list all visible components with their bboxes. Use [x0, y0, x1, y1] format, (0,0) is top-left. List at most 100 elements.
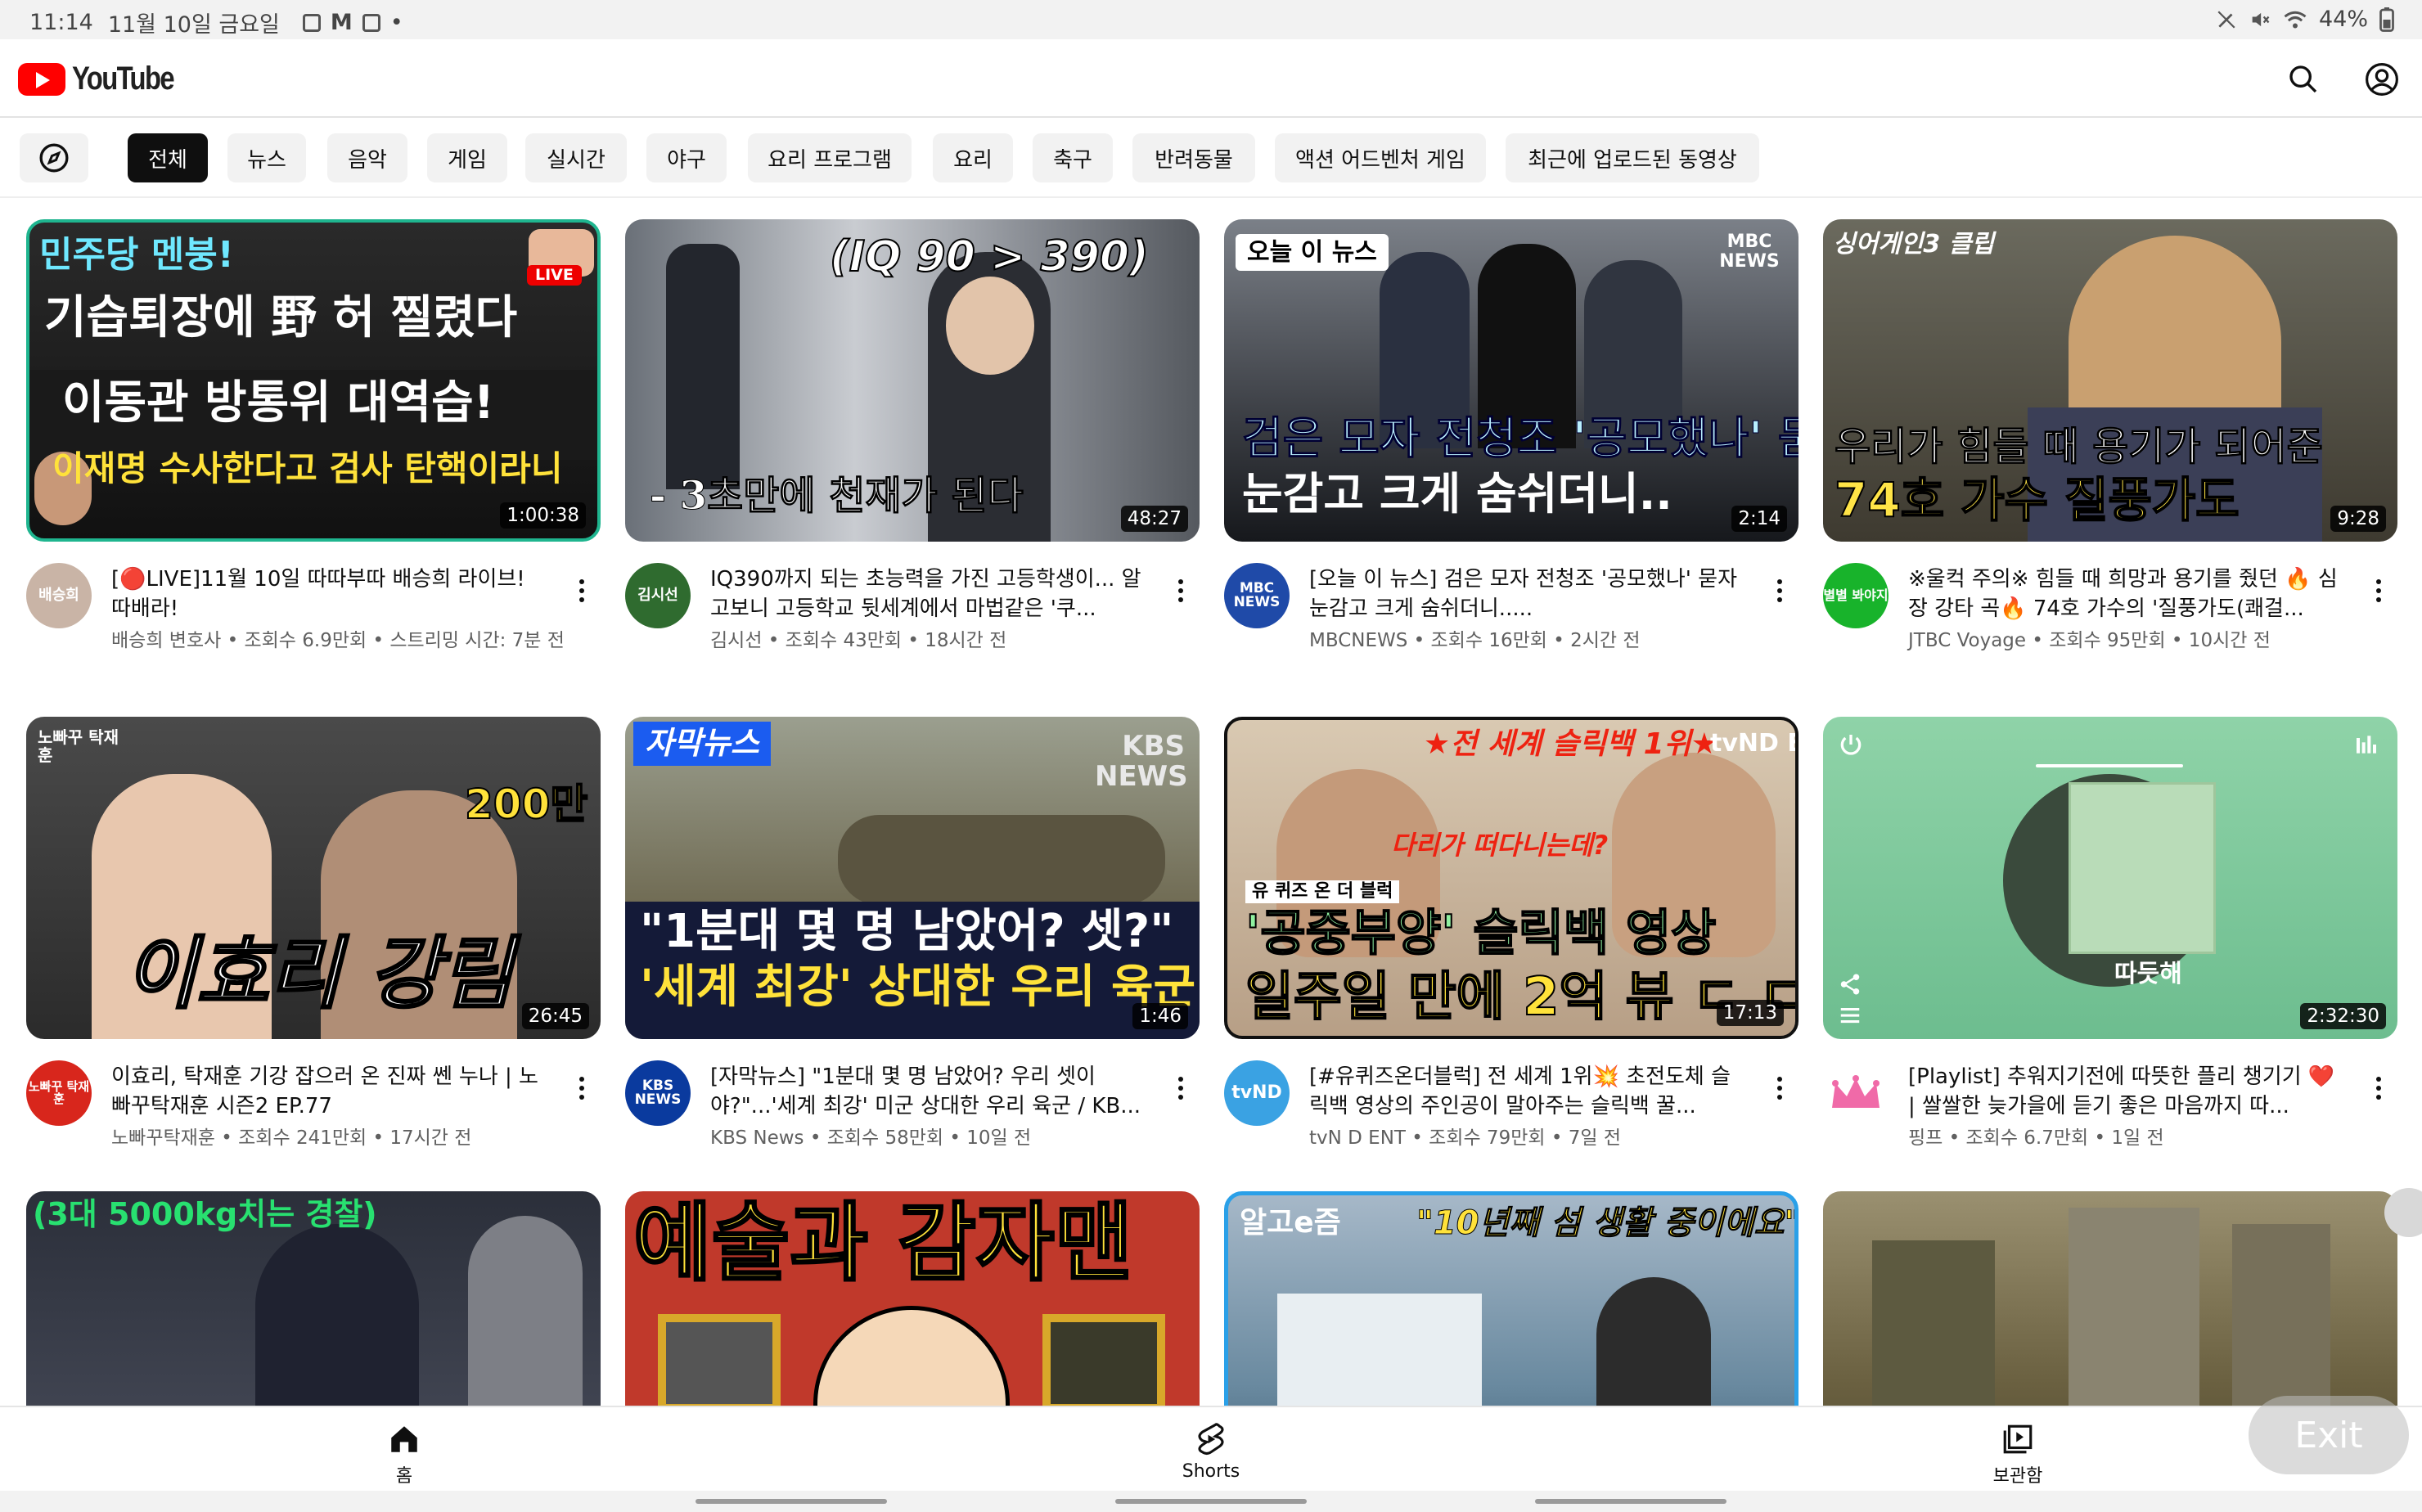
channel-avatar[interactable]: 김시선 — [625, 563, 691, 628]
system-navigation-bar — [0, 1491, 2422, 1512]
more-options-icon[interactable] — [569, 566, 594, 615]
video-title[interactable]: [오늘 이 뉴스] 검은 모자 전청조 '공모했나' 묻자 눈감고 크게 숨쉬더… — [1309, 565, 1743, 623]
chip-cooking-shows[interactable]: 요리 프로그램 — [748, 133, 912, 182]
youtube-logo[interactable]: YouTube — [18, 61, 196, 97]
more-options-icon[interactable] — [1168, 1064, 1193, 1113]
chip-recently-uploaded[interactable]: 최근에 업로드된 동영상 — [1506, 133, 1759, 182]
video-meta: MBCNEWS • 조회수 16만회 • 2시간 전 — [1309, 630, 1641, 651]
shorts-icon — [1198, 1423, 1224, 1456]
ruined-building — [1872, 1240, 1995, 1406]
video-thumbnail[interactable]: 싱어게인3 클립 우리가 힘들 때 용기가 되어준 74호 가수 질풍가도 9:… — [1823, 219, 2397, 542]
chip-baseball[interactable]: 야구 — [646, 133, 727, 182]
account-button[interactable] — [2361, 59, 2402, 100]
thumb-overlay-text: 민주당 멘붕! — [39, 234, 234, 276]
exit-button[interactable]: Exit — [2249, 1396, 2409, 1474]
video-thumbnail[interactable]: (IQ 90 > 390) - 3초만에 천재가 된다 48:27 — [625, 219, 1200, 542]
channel-avatar[interactable]: KBS NEWS — [625, 1060, 691, 1126]
video-card[interactable]: ★전 세계 슬릭백 1위★ tvND ENT 다리가 떠다니는데? 유 퀴즈 온… — [1224, 717, 1798, 1175]
channel-avatar[interactable]: 노빠꾸 탁재훈 — [26, 1060, 92, 1126]
more-options-icon[interactable] — [2366, 566, 2391, 615]
video-thumbnail[interactable]: 자막뉴스 KBS NEWS "1분대 몇 명 남았어? 셋?" '세계 최강' … — [625, 717, 1200, 1039]
chip-news[interactable]: 뉴스 — [227, 133, 306, 182]
video-thumbnail[interactable]: 노빠꾸 탁재훈 200만 이효리 강림 26:45 — [26, 717, 601, 1039]
channel-avatar[interactable]: MBC NEWS — [1224, 563, 1290, 628]
account-icon — [2366, 63, 2398, 96]
painting-frame — [658, 1314, 781, 1406]
video-thumbnail[interactable]: ★전 세계 슬릭백 1위★ tvND ENT 다리가 떠다니는데? 유 퀴즈 온… — [1224, 717, 1798, 1039]
nav-shorts-label: Shorts — [1182, 1461, 1240, 1482]
chip-music[interactable]: 음악 — [327, 133, 407, 182]
chip-all[interactable]: 전체 — [128, 133, 208, 182]
thumb-overlay-text: 싱어게인3 클립 — [1833, 230, 1994, 259]
youtube-play-icon — [18, 62, 65, 96]
more-options-icon[interactable] — [1168, 566, 1193, 615]
app-notification-icon — [362, 13, 380, 32]
kbs-news-logo: KBS NEWS — [1095, 730, 1188, 794]
more-options-icon[interactable] — [1767, 566, 1792, 615]
power-icon — [1840, 735, 1862, 755]
video-meta: 배승희 변호사 • 조회수 6.9만회 • 스트리밍 시간: 7분 전 — [111, 630, 565, 651]
status-date: 11월 10일 금요일 — [107, 12, 280, 38]
video-card[interactable]: (3대 5000kg치는 경찰) — [26, 1191, 601, 1406]
chip-live[interactable]: 실시간 — [525, 133, 627, 182]
more-options-icon[interactable] — [569, 1064, 594, 1113]
channel-avatar[interactable]: 배승희 — [26, 563, 92, 628]
video-meta: JTBC Voyage • 조회수 95만회 • 10시간 전 — [1908, 630, 2271, 651]
video-thumbnail[interactable]: 알고e즘 "10년째 섬 생활 중이에요" — [1224, 1191, 1798, 1406]
video-meta: 노빠꾸탁재훈 • 조회수 241만회 • 17시간 전 — [111, 1127, 472, 1149]
comic-figure — [468, 1216, 583, 1406]
task-handle[interactable] — [1535, 1499, 1726, 1504]
nav-library[interactable]: 보관함 — [1936, 1422, 2100, 1487]
more-options-icon[interactable] — [2366, 1064, 2391, 1113]
video-title[interactable]: ※울컥 주의※ 힘들 때 희망과 용기를 줬던 🔥 심장 강타 곡🔥 74호 가… — [1908, 565, 2342, 623]
chip-soccer[interactable]: 축구 — [1033, 133, 1113, 182]
video-card[interactable]: 자막뉴스 KBS NEWS "1분대 몇 명 남았어? 셋?" '세계 최강' … — [625, 717, 1200, 1175]
explore-button[interactable] — [20, 133, 88, 182]
video-card[interactable]: 알고e즘 "10년째 섬 생활 중이에요" — [1224, 1191, 1798, 1406]
video-title[interactable]: 이효리, 탁재훈 기강 잡으러 온 진짜 쎈 누나 | 노빠꾸탁재훈 시즌2 E… — [111, 1062, 545, 1121]
video-title[interactable]: IQ390까지 되는 초능력을 가진 고등학생이... 알고보니 고등학교 뒷세… — [710, 565, 1144, 623]
chip-games[interactable]: 게임 — [427, 133, 507, 182]
video-thumbnail[interactable]: 오늘 이 뉴스 MBC NEWS 검은 모자 전청조 '공모했나' 묻자 눈감고… — [1224, 219, 1798, 542]
video-card[interactable]: (IQ 90 > 390) - 3초만에 천재가 된다 48:27 김시선 IQ… — [625, 219, 1200, 677]
video-card[interactable]: 민주당 멘붕! LIVE 기습퇴장에 野 허 찔렸다 이동관 방통위 대역습! … — [26, 219, 601, 677]
video-card[interactable]: 노빠꾸 탁재훈 200만 이효리 강림 26:45 노빠꾸 탁재훈 이효리, 탁… — [26, 717, 601, 1175]
brand-wordmark: YouTube — [72, 61, 175, 97]
nav-home[interactable]: 홈 — [322, 1422, 486, 1487]
home-gesture-handle[interactable] — [1115, 1499, 1307, 1504]
video-thumbnail[interactable]: 예술과 감자맨 — [625, 1191, 1200, 1406]
video-title[interactable]: [#유퀴즈온더블럭] 전 세계 1위💥 초전도체 슬릭백 영상의 주인공이 말아… — [1309, 1062, 1743, 1121]
thumb-overlay-text: 예술과 감자맨 — [632, 1193, 1133, 1293]
video-thumbnail[interactable]: 따듯해 2:32:30 — [1823, 717, 2397, 1039]
video-card[interactable]: 싱어게인3 클립 우리가 힘들 때 용기가 되어준 74호 가수 질풍가도 9:… — [1823, 219, 2397, 677]
channel-avatar[interactable] — [1823, 1060, 1889, 1126]
more-options-icon[interactable] — [1767, 1064, 1792, 1113]
video-duration: 48:27 — [1120, 506, 1188, 532]
search-button[interactable] — [2283, 59, 2324, 100]
task-handle[interactable] — [696, 1499, 887, 1504]
nav-shorts[interactable]: Shorts — [1129, 1422, 1293, 1482]
video-title[interactable]: [Playlist] 추워지기전에 따뜻한 플리 챙기기 ❤️ | 쌀쌀한 늦가… — [1908, 1062, 2342, 1121]
thumb-overlay-text: 이효리 강림 — [123, 928, 514, 1019]
video-thumbnail[interactable]: (3대 5000kg치는 경찰) — [26, 1191, 601, 1406]
video-thumbnail[interactable] — [1823, 1191, 2397, 1406]
chip-pets[interactable]: 반려동물 — [1132, 133, 1255, 182]
channel-avatar[interactable]: tvND — [1224, 1060, 1290, 1126]
equalizer-icon — [2357, 736, 2376, 754]
channel-avatar[interactable]: 별별 봐야지 — [1823, 563, 1889, 628]
thumb-overlay-text: 이재명 수사한다고 검사 탄핵이라니 — [52, 448, 563, 488]
video-card[interactable]: 따듯해 2:32:30 [Playlist] 추워지기전에 따뜻한 플리 챙기기… — [1823, 717, 2397, 1175]
video-card[interactable]: 예술과 감자맨 — [625, 1191, 1200, 1406]
video-card[interactable] — [1823, 1191, 2397, 1406]
video-duration: 1:46 — [1132, 1003, 1188, 1029]
status-bar: 11:14 11월 10일 금요일 M • 44% — [0, 0, 2422, 39]
video-title[interactable]: [자막뉴스] "1분대 몇 명 남았어? 우리 셋이야?"...'세계 최강' … — [710, 1062, 1144, 1121]
video-card[interactable]: 오늘 이 뉴스 MBC NEWS 검은 모자 전청조 '공모했나' 묻자 눈감고… — [1224, 219, 1798, 677]
mbc-news-logo: MBC NEWS — [1719, 232, 1780, 272]
video-title[interactable]: [🔴LIVE]11월 10일 따따부따 배승희 라이브! 따배라! — [111, 565, 545, 623]
chip-action-adventure-games[interactable]: 액션 어드벤처 게임 — [1275, 133, 1486, 182]
chip-cooking[interactable]: 요리 — [933, 133, 1013, 182]
video-thumbnail[interactable]: 민주당 멘붕! LIVE 기습퇴장에 野 허 찔렸다 이동관 방통위 대역습! … — [26, 219, 601, 542]
thumb-overlay-text: '공중부양' 슬릭백 영상 — [1245, 905, 1717, 962]
video-duration: 2:32:30 — [2300, 1003, 2386, 1029]
